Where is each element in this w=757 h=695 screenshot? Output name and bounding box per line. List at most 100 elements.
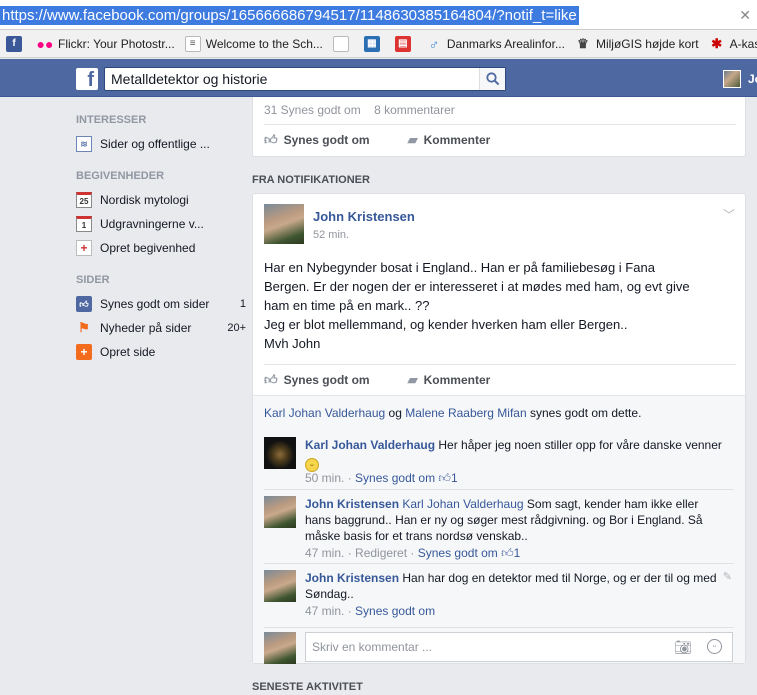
comment-item: John Kristensen Karl Johan Valderhaug So… — [264, 489, 734, 563]
calendar-1-icon: 1 — [76, 216, 92, 232]
sidebar-item-liked-pages[interactable]: 👍︎ Synes godt om sider 1 — [76, 292, 246, 316]
comment-icon: ▰ — [407, 132, 418, 147]
previous-post-card: 31 Synes godt om 8 kommentarer 👍︎ Synes g… — [252, 97, 746, 157]
close-icon[interactable]: ✕ — [739, 7, 751, 24]
bookmarks-bar: f ●● Flickr: Your Photostr... ≡ Welcome to… — [0, 30, 757, 58]
section-recent-activity: SENESTE AKTIVITET — [252, 681, 363, 693]
comment-input[interactable] — [312, 640, 652, 654]
likes-count[interactable]: 31 Synes godt om — [264, 103, 361, 117]
comment-edited[interactable]: Redigeret — [355, 546, 407, 560]
red-star-icon: ✱ — [711, 35, 723, 51]
sidebar-item-pages-feed[interactable]: ≋ Sider og offentlige ... — [76, 132, 246, 156]
add-event-icon: + — [76, 240, 92, 256]
post-timestamp[interactable]: 52 min. — [313, 229, 349, 241]
bookmark-danmarks[interactable]: ♂ Danmarks Arealinfor... — [426, 36, 565, 52]
post-stats: 31 Synes godt om 8 kommentarer — [264, 103, 465, 117]
emoji-icon[interactable]: ᵕ — [707, 639, 722, 654]
sidebar-item-udgravningerne[interactable]: 1 Udgravningerne v... — [76, 212, 246, 236]
comments-count[interactable]: 8 kommentarer — [374, 103, 455, 117]
rss-icon: ≋ — [76, 136, 92, 152]
comment-like-count[interactable]: 1 — [514, 546, 521, 560]
comment-mention[interactable]: Karl Johan Valderhaug — [402, 497, 523, 511]
comment-like-count[interactable]: 1 — [451, 471, 458, 485]
page-icon: ≡ — [184, 35, 201, 52]
like-icon: 👍︎ — [76, 296, 92, 312]
url-text[interactable]: https://www.facebook.com/groups/16566668… — [0, 6, 579, 25]
comment-item: John Kristensen Han har dog en detektor … — [264, 563, 734, 625]
comment-author[interactable]: Karl Johan Valderhaug — [305, 438, 435, 452]
comment-like-button[interactable]: Synes godt om — [355, 471, 435, 485]
write-comment-row: 📷︎ ᵕ — [264, 627, 734, 664]
own-avatar — [264, 632, 296, 664]
bookmark-flickr[interactable]: ●● Flickr: Your Photostr... — [37, 36, 175, 52]
like-button[interactable]: 👍︎ Synes godt om — [264, 365, 370, 395]
commenter-avatar[interactable] — [264, 437, 296, 469]
thumbs-up-icon: 👍︎ — [438, 471, 451, 485]
grid-app-icon: ▤ — [394, 35, 411, 52]
left-sidebar: INTERESSER ≋ Sider og offentlige ... BEG… — [76, 106, 246, 364]
search-box[interactable] — [104, 67, 506, 91]
user-avatar[interactable] — [723, 70, 741, 88]
add-page-icon: + — [76, 344, 92, 360]
sidebar-item-pages-news[interactable]: ⚑ Nyheder på sider 20+ — [76, 316, 246, 340]
sidebar-item-create-event[interactable]: + Opret begivenhed — [76, 236, 246, 260]
bookmark-welcome[interactable]: ≡ Welcome to the Sch... — [184, 35, 323, 52]
sidebar-item-nordisk-mytologi[interactable]: 25 Nordisk mytologi — [76, 188, 246, 212]
liker-link[interactable]: Karl Johan Valderhaug — [264, 406, 385, 420]
blue-app-icon: ▦ — [363, 35, 380, 52]
comment-time[interactable]: 47 min. — [305, 546, 344, 560]
search-input[interactable] — [111, 71, 471, 87]
comment-box[interactable]: 📷︎ ᵕ — [305, 632, 733, 662]
thumbs-up-icon: 👍︎ — [264, 372, 278, 387]
crown-icon: ♛ — [577, 35, 589, 51]
comment-like-button[interactable]: Synes godt om — [355, 604, 435, 618]
liker-link[interactable]: Malene Raaberg Mifan — [405, 406, 526, 420]
comment-button[interactable]: ▰ Kommenter — [408, 125, 491, 155]
comment-time[interactable]: 47 min. — [305, 604, 344, 618]
author-avatar[interactable] — [264, 204, 304, 244]
commenter-avatar[interactable] — [264, 570, 296, 602]
chevron-down-icon[interactable]: ﹀ — [723, 206, 735, 223]
search-button[interactable] — [479, 68, 505, 90]
bookmark-document[interactable] — [332, 35, 354, 52]
search-icon — [486, 72, 500, 86]
comment-like-button[interactable]: Synes godt om — [418, 546, 498, 560]
post-author[interactable]: John Kristensen — [313, 209, 415, 224]
comments-section: Karl Johan Valderhaug Her håper jeg noen… — [253, 431, 745, 664]
section-from-notifications: FRA NOTIFIKATIONER — [252, 174, 370, 186]
commenter-avatar[interactable] — [264, 496, 296, 528]
user-name[interactable]: Jo — [748, 72, 757, 86]
facebook-icon: f — [6, 35, 22, 52]
bookmark-miljogis[interactable]: ♛ MiljøGIS højde kort — [575, 36, 699, 52]
comment-item: Karl Johan Valderhaug Her håper jeg noen… — [264, 431, 734, 491]
bookmark-blue-app[interactable]: ▦ — [363, 35, 385, 52]
edit-pencil-icon[interactable]: ✎ — [723, 570, 732, 583]
like-button[interactable]: 👍︎ Synes godt om — [264, 125, 370, 155]
sidebar-item-create-page[interactable]: + Opret side — [76, 340, 246, 364]
comment-time[interactable]: 50 min. — [305, 471, 344, 485]
flickr-icon: ●● — [36, 35, 54, 52]
bookmark-facebook[interactable]: f — [6, 35, 27, 52]
comment-author[interactable]: John Kristensen — [305, 571, 399, 585]
comment-icon: ▰ — [407, 372, 418, 387]
document-icon — [332, 35, 349, 52]
sidebar-heading-events: BEGIVENHEDER — [76, 170, 165, 182]
sidebar-heading-interests: INTERESSER — [76, 114, 147, 126]
bookmark-grid-app[interactable]: ▤ — [394, 35, 416, 52]
smiley-icon: ᵕ — [305, 458, 319, 472]
calendar-25-icon: 25 — [76, 192, 92, 208]
address-bar[interactable]: https://www.facebook.com/groups/16566668… — [0, 0, 757, 30]
comment-meta: 47 min. · Redigeret · Synes godt om 👍︎1 — [305, 546, 521, 560]
comment-author[interactable]: John Kristensen — [305, 497, 399, 511]
comment-meta: 47 min. · Synes godt om — [305, 604, 436, 618]
post-actions: 👍︎ Synes godt om ▰ Kommenter — [264, 364, 736, 395]
post-card: John Kristensen 52 min. ﹀ Har en Nybegyn… — [252, 193, 746, 664]
flag-icon: ⚑ — [78, 320, 90, 335]
comment-button[interactable]: ▰ Kommenter — [408, 365, 491, 395]
bookmark-a-kasse[interactable]: ✱A-kass — [709, 36, 757, 52]
camera-icon[interactable]: 📷︎ — [674, 639, 692, 656]
leaf-icon: ♂ — [428, 35, 440, 52]
facebook-logo-icon[interactable]: f — [76, 68, 98, 91]
liked-pages-count: 1 — [239, 298, 246, 310]
pages-news-count: 20+ — [227, 322, 246, 334]
